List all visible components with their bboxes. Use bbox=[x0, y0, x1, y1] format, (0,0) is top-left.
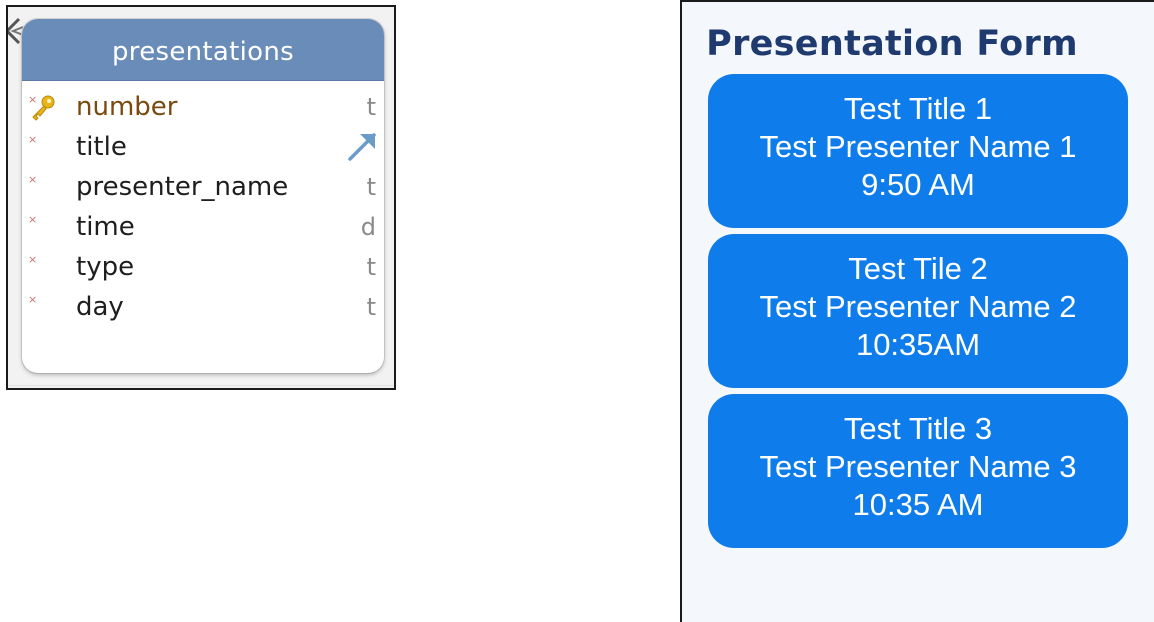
key-icon bbox=[32, 95, 55, 121]
column-row-number[interactable]: × number t bbox=[22, 87, 384, 127]
db-diagram-frame: presentations × number t × title × prese… bbox=[6, 5, 396, 390]
presentation-title: Test Title 1 bbox=[843, 91, 993, 126]
column-row-type[interactable]: × type t bbox=[22, 247, 384, 287]
column-name: presenter_name bbox=[76, 172, 289, 202]
column-type: t bbox=[366, 173, 376, 201]
presentation-time: 9:50 AM bbox=[861, 167, 975, 202]
grid-line bbox=[8, 385, 394, 386]
column-list: × number t × title × presenter_name t × … bbox=[22, 81, 384, 327]
asterisk-icon: × bbox=[28, 173, 38, 186]
presenter-name: Test Presenter Name 2 bbox=[759, 289, 1077, 324]
presentation-card[interactable]: Test Title 1 Test Presenter Name 1 9:50 … bbox=[708, 74, 1128, 228]
asterisk-icon: × bbox=[28, 213, 38, 226]
column-row-time[interactable]: × time d bbox=[22, 207, 384, 247]
db-table-card[interactable]: presentations × number t × title × prese… bbox=[22, 19, 384, 373]
chevron-left-icon[interactable] bbox=[6, 17, 23, 45]
column-type: t bbox=[366, 93, 376, 121]
arrow-up-right-icon[interactable] bbox=[346, 129, 380, 163]
presentation-time: 10:35 AM bbox=[852, 487, 984, 522]
column-type: d bbox=[360, 213, 376, 241]
table-name-header[interactable]: presentations bbox=[22, 19, 384, 81]
presenter-name: Test Presenter Name 1 bbox=[759, 129, 1077, 164]
column-name: title bbox=[76, 132, 127, 162]
asterisk-icon: × bbox=[28, 133, 38, 146]
column-name: time bbox=[76, 212, 135, 242]
column-row-title[interactable]: × title bbox=[22, 127, 384, 167]
column-type: t bbox=[366, 253, 376, 281]
column-type: t bbox=[366, 293, 376, 321]
presentation-form-panel: Presentation Form Test Title 1 Test Pres… bbox=[680, 0, 1154, 622]
column-row-presenter-name[interactable]: × presenter_name t bbox=[22, 167, 384, 207]
asterisk-icon: × bbox=[28, 293, 38, 306]
presentation-title: Test Title 3 bbox=[843, 411, 993, 446]
presentation-card[interactable]: Test Tile 2 Test Presenter Name 2 10:35A… bbox=[708, 234, 1128, 388]
form-title: Presentation Form bbox=[706, 24, 1078, 64]
presentation-title: Test Tile 2 bbox=[848, 251, 988, 286]
asterisk-icon: × bbox=[28, 253, 38, 266]
presentation-time: 10:35AM bbox=[855, 327, 981, 362]
presentation-card[interactable]: Test Title 3 Test Presenter Name 3 10:35… bbox=[708, 394, 1128, 548]
column-name: number bbox=[76, 92, 178, 122]
column-row-day[interactable]: × day t bbox=[22, 287, 384, 327]
column-name: type bbox=[76, 252, 135, 282]
column-name: day bbox=[76, 292, 124, 322]
presenter-name: Test Presenter Name 3 bbox=[759, 449, 1077, 484]
